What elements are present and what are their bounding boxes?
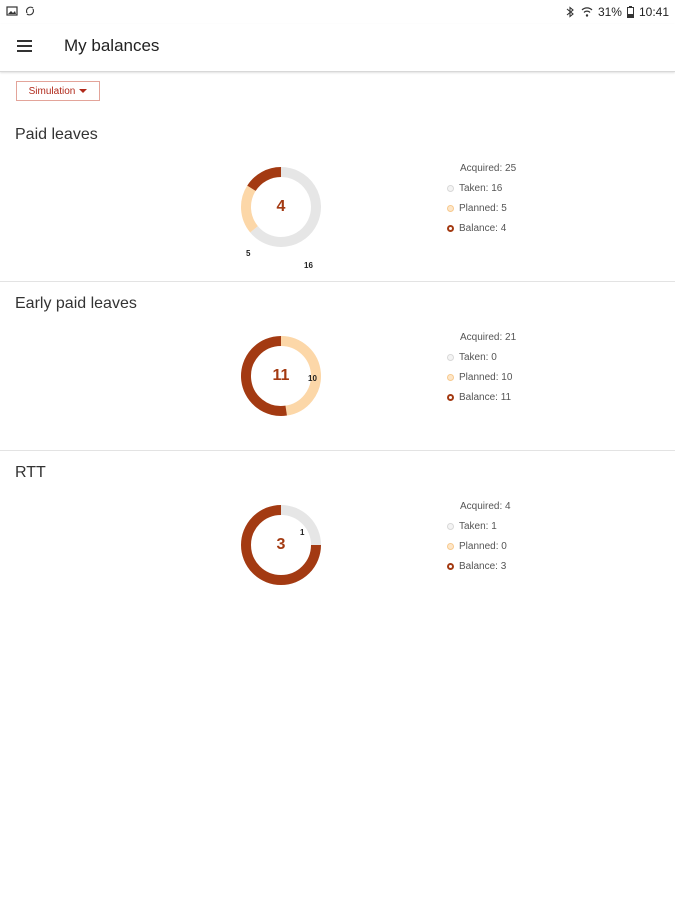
legend-acquired: Acquired: 4 — [447, 496, 511, 516]
donut-center-value: 3 — [276, 536, 286, 553]
legend-balance: Balance: 11 — [447, 387, 516, 407]
legend-acquired-label: Acquired: 25 — [460, 162, 517, 174]
legend: Acquired: 21 Taken: 0 Planned: 10 Balanc… — [447, 327, 516, 407]
legend-balance-label: Balance: 11 — [459, 391, 512, 403]
balance-dot-icon — [447, 224, 454, 232]
legend: Acquired: 4 Taken: 1 Planned: 0 Balance:… — [447, 496, 511, 576]
section-early-paid-leaves: Early paid leaves 11 10 Acquired: 21 Tak… — [0, 295, 675, 463]
balance-dot-icon — [447, 562, 454, 570]
legend-taken-label: Taken: 1 — [459, 520, 497, 532]
legend-planned-label: Planned: 10 — [459, 371, 513, 383]
caret-down-icon — [79, 89, 88, 93]
legend-planned: Planned: 5 — [447, 198, 516, 218]
taken-segment-label: 1 — [300, 528, 305, 537]
balance-dot-icon — [447, 393, 454, 401]
legend-acquired-label: Acquired: 21 — [460, 331, 517, 343]
legend-taken-label: Taken: 0 — [459, 351, 497, 363]
legend-planned-label: Planned: 5 — [459, 202, 507, 214]
balance-donut: 4 16 5 — [236, 162, 326, 270]
legend-taken: Taken: 1 — [447, 516, 511, 536]
legend-planned-label: Planned: 0 — [459, 540, 507, 552]
section-title: RTT — [15, 464, 46, 481]
legend: Acquired: 25 Taken: 16 Planned: 5 Balanc… — [447, 158, 516, 238]
legend-planned: Planned: 0 — [447, 536, 511, 556]
legend-taken: Taken: 16 — [447, 178, 516, 198]
planned-dot-icon — [447, 373, 454, 381]
battery-percent: 31% — [597, 5, 622, 19]
section-title: Paid leaves — [15, 126, 98, 143]
legend-balance-label: Balance: 3 — [459, 560, 507, 572]
clock: 10:41 — [638, 5, 669, 19]
taken-segment-label: 16 — [304, 261, 313, 270]
donut-center-value: 4 — [276, 198, 286, 215]
taken-dot-icon — [447, 184, 454, 192]
legend-balance: Balance: 3 — [447, 556, 511, 576]
balance-donut: 11 10 — [236, 331, 326, 421]
image-notification-icon — [6, 6, 18, 16]
divider — [0, 450, 675, 451]
sync-notification-icon — [25, 6, 35, 16]
legend-balance: Balance: 4 — [447, 218, 516, 238]
simulation-label: Simulation — [28, 85, 76, 97]
balance-donut: 3 1 — [236, 500, 326, 590]
section-title: Early paid leaves — [15, 295, 137, 312]
taken-dot-icon — [447, 522, 454, 530]
bluetooth-icon — [566, 6, 574, 18]
section-paid-leaves: Paid leaves 4 16 5 Acquired: 25 Taken: 1… — [0, 126, 675, 294]
simulation-dropdown[interactable]: Simulation — [16, 81, 100, 101]
legend-acquired: Acquired: 21 — [447, 327, 516, 347]
planned-dot-icon — [447, 542, 454, 550]
menu-icon[interactable] — [14, 36, 38, 60]
battery-icon — [626, 6, 634, 18]
legend-planned: Planned: 10 — [447, 367, 516, 387]
legend-taken-label: Taken: 16 — [459, 182, 503, 194]
page-title: My balances — [64, 36, 160, 55]
divider — [0, 281, 675, 282]
planned-dot-icon — [447, 204, 454, 212]
status-bar: 31% 10:41 — [0, 0, 675, 24]
legend-taken: Taken: 0 — [447, 347, 516, 367]
taken-dot-icon — [447, 353, 454, 361]
planned-segment-label: 10 — [308, 374, 317, 383]
legend-acquired: Acquired: 25 — [447, 158, 516, 178]
planned-segment-label: 5 — [246, 249, 251, 258]
app-bar: My balances — [0, 24, 675, 72]
legend-acquired-label: Acquired: 4 — [460, 500, 511, 512]
wifi-icon — [581, 7, 593, 17]
section-rtt: RTT 3 1 Acquired: 4 Taken: 1 Planned: 0 … — [0, 464, 675, 632]
legend-balance-label: Balance: 4 — [459, 222, 507, 234]
